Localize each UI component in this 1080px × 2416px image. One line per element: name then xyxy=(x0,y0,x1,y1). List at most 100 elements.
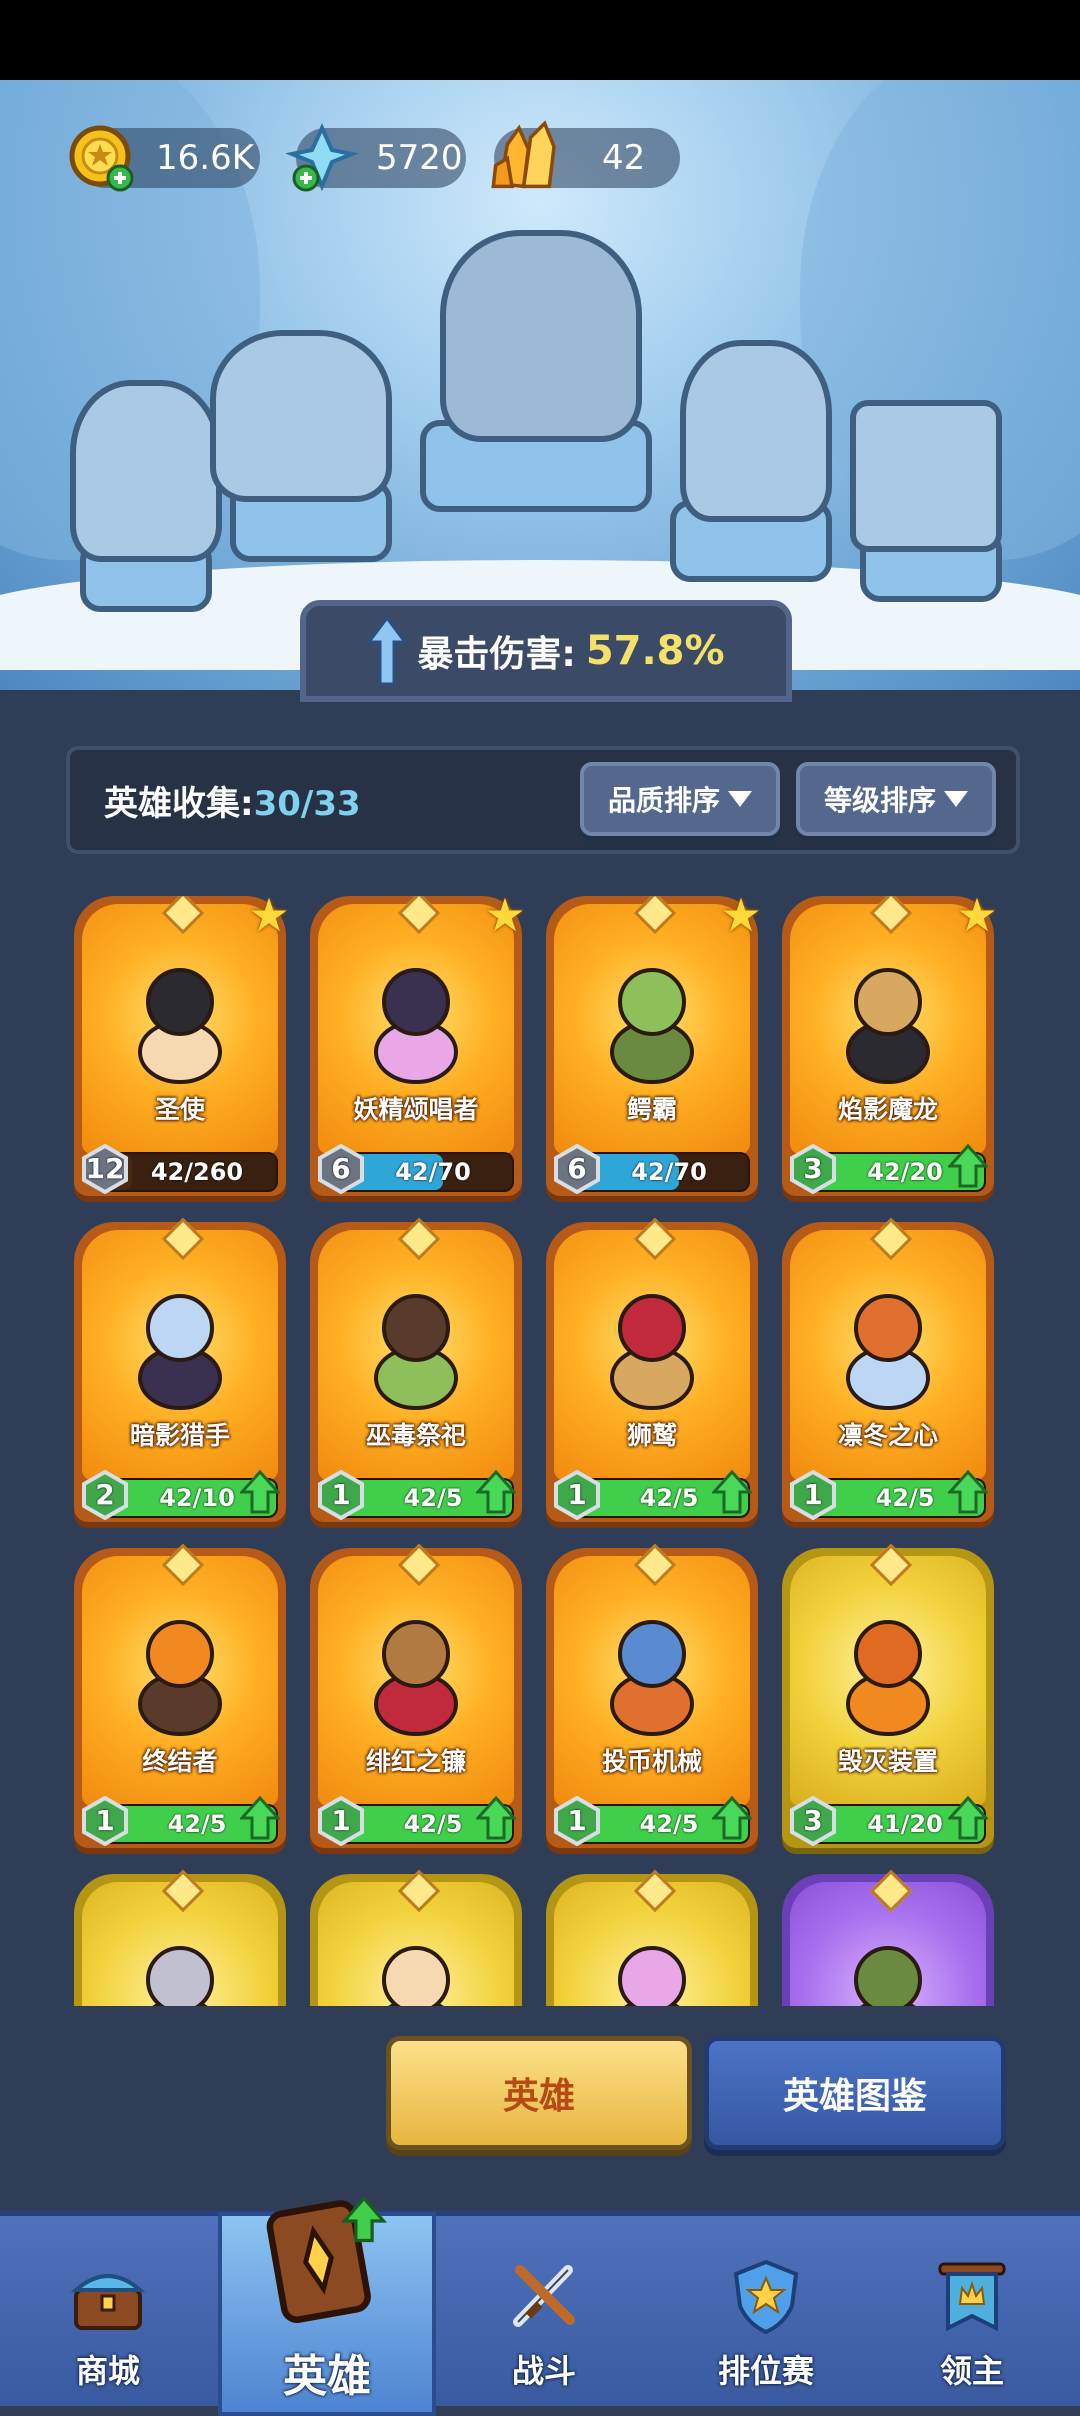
hero-card[interactable]: ★ 焰影魔龙 42/20 3 xyxy=(782,896,998,1206)
level-badge: 1 xyxy=(552,1795,602,1847)
hero-name: 暗影猎手 xyxy=(129,1421,230,1450)
ice-statue-warrior xyxy=(70,380,222,562)
ice-statue-dragon xyxy=(440,230,642,442)
lord-banner-icon xyxy=(938,2262,1006,2332)
hero-card[interactable]: ★ 鳄霸 42/70 6 xyxy=(546,896,762,1206)
arrow-up-icon xyxy=(367,616,408,686)
hero-name: 毁灭装置 xyxy=(837,1747,938,1776)
crossed-swords-icon xyxy=(513,2265,575,2327)
dropdown-triangle-icon xyxy=(944,791,968,807)
level-number: 12 xyxy=(85,1152,125,1185)
nav-hero[interactable]: 英雄 xyxy=(218,2195,436,2416)
crystal-counter[interactable]: 42 xyxy=(491,120,680,189)
level-badge: 1 xyxy=(80,1795,130,1847)
hero-card[interactable]: 毁灭装置 41/20 3 xyxy=(782,1543,994,1858)
crit-value: 57.8% xyxy=(585,628,725,674)
hero-tab-label: 英雄 xyxy=(502,2076,575,2117)
nav-lord[interactable]: 领主 xyxy=(872,2216,1072,2406)
hero-name: 鳄霸 xyxy=(626,1095,677,1124)
upgrade-arrow-icon xyxy=(948,1144,988,1188)
nav-ranked[interactable]: 排位赛 xyxy=(666,2216,866,2406)
gold-coin-plus-icon xyxy=(69,125,134,192)
level-number: 3 xyxy=(803,1804,823,1837)
hero-name: 投币机械 xyxy=(601,1747,702,1776)
upgrade-arrow-icon xyxy=(476,1796,516,1840)
codex-tab-label: 英雄图鉴 xyxy=(782,2076,927,2117)
hero-grid: ★ 圣使 42/260 12 ★ 妖精颂唱者 42/70 6 ★ 鳄霸 42/70 6 ★ 焰影魔龙 42/… xyxy=(74,896,1014,2006)
hero-portrait-icon xyxy=(374,1294,458,1410)
level-number: 1 xyxy=(95,1804,115,1837)
ice-statue-griffin xyxy=(210,330,392,502)
hero-portrait-icon xyxy=(846,1294,930,1410)
gold-counter[interactable]: 16.6K xyxy=(69,125,260,192)
hero-tab-button[interactable]: 英雄 xyxy=(386,2036,692,2150)
hero-card[interactable] xyxy=(546,1869,758,2006)
nav-shop[interactable]: 商城 xyxy=(8,2216,208,2406)
quality-sort-label: 品质排序 xyxy=(607,784,720,817)
dropdown-triangle-icon xyxy=(728,791,752,807)
nav-label: 商城 xyxy=(75,2352,140,2390)
star-icon: ★ xyxy=(720,896,762,942)
collection-panel: 英雄收集:30/33 品质排序 等级排序 xyxy=(66,746,1020,854)
level-sort-label: 等级排序 xyxy=(823,784,936,817)
hero-portrait-icon xyxy=(382,1946,450,2006)
hero-card[interactable]: 巫毒祭祀 42/5 1 xyxy=(310,1217,522,1532)
nav-battle[interactable]: 战斗 xyxy=(444,2216,644,2406)
star-icon: ★ xyxy=(248,896,290,942)
collection-count: 30/33 xyxy=(253,784,361,824)
hero-portrait-icon xyxy=(138,968,222,1084)
hero-card[interactable]: ★ 妖精颂唱者 42/70 6 xyxy=(310,896,526,1206)
hero-card[interactable] xyxy=(74,1869,286,2006)
upgrade-arrow-icon xyxy=(948,1470,988,1514)
hero-name: 巫毒祭祀 xyxy=(365,1421,466,1450)
star-icon: ★ xyxy=(956,896,998,942)
collection-title: 英雄收集: xyxy=(104,784,254,824)
level-number: 6 xyxy=(331,1152,351,1185)
chest-shop-icon xyxy=(70,2274,146,2330)
hero-portrait-icon xyxy=(610,968,694,1084)
level-number: 1 xyxy=(567,1478,587,1511)
hero-card[interactable]: 凛冬之心 42/5 1 xyxy=(782,1217,994,1532)
level-badge: 1 xyxy=(552,1469,602,1521)
level-badge: 1 xyxy=(316,1795,366,1847)
quality-sort-button[interactable]: 品质排序 xyxy=(580,762,780,836)
crit-damage-banner: 暴击伤害: 57.8% xyxy=(300,600,792,702)
hero-name: 狮鹫 xyxy=(626,1421,677,1450)
hero-card[interactable]: 绯红之镰 42/5 1 xyxy=(310,1543,522,1858)
hero-card[interactable] xyxy=(310,1869,522,2006)
diamond-counter[interactable]: 5720 xyxy=(286,123,466,192)
hero-name: 终结者 xyxy=(142,1747,218,1776)
level-badge: 3 xyxy=(788,1143,838,1195)
hero-portrait-icon xyxy=(610,1620,694,1736)
nav-label: 排位赛 xyxy=(717,2352,814,2390)
star-icon: ★ xyxy=(484,896,526,942)
status-bar xyxy=(0,0,1080,80)
upgrade-arrow-icon xyxy=(476,1470,516,1514)
blue-crystal-plus-icon xyxy=(286,123,358,192)
hero-portrait-icon xyxy=(854,1946,922,2006)
hero-portrait-icon xyxy=(138,1620,222,1736)
level-number: 1 xyxy=(331,1804,351,1837)
level-badge: 6 xyxy=(552,1143,602,1195)
level-number: 1 xyxy=(331,1478,351,1511)
ice-statue-mage xyxy=(680,340,832,522)
hero-name: 妖精颂唱者 xyxy=(353,1095,479,1124)
crit-label: 暴击伤害: xyxy=(417,634,576,675)
level-badge: 12 xyxy=(80,1143,130,1195)
level-badge: 1 xyxy=(788,1469,838,1521)
upgrade-arrow-icon xyxy=(240,1796,280,1840)
hero-card[interactable]: ★ 圣使 42/260 12 xyxy=(74,896,290,1206)
level-sort-button[interactable]: 等级排序 xyxy=(796,762,996,836)
hero-card[interactable]: 终结者 42/5 1 xyxy=(74,1543,286,1858)
upgrade-arrow-icon xyxy=(240,1470,280,1514)
nav-label: 英雄 xyxy=(283,2351,371,2402)
hero-card[interactable] xyxy=(782,1869,994,2006)
hero-name: 绯红之镰 xyxy=(365,1747,466,1776)
codex-tab-button[interactable]: 英雄图鉴 xyxy=(704,2036,1006,2150)
hero-card[interactable]: 投币机械 42/5 1 xyxy=(546,1543,758,1858)
hero-portrait-icon xyxy=(610,1294,694,1410)
upgrade-arrow-icon xyxy=(712,1470,752,1514)
hero-name: 凛冬之心 xyxy=(837,1421,938,1450)
hero-card[interactable]: 狮鹫 42/5 1 xyxy=(546,1217,758,1532)
hero-card[interactable]: 暗影猎手 42/10 2 xyxy=(74,1217,286,1532)
